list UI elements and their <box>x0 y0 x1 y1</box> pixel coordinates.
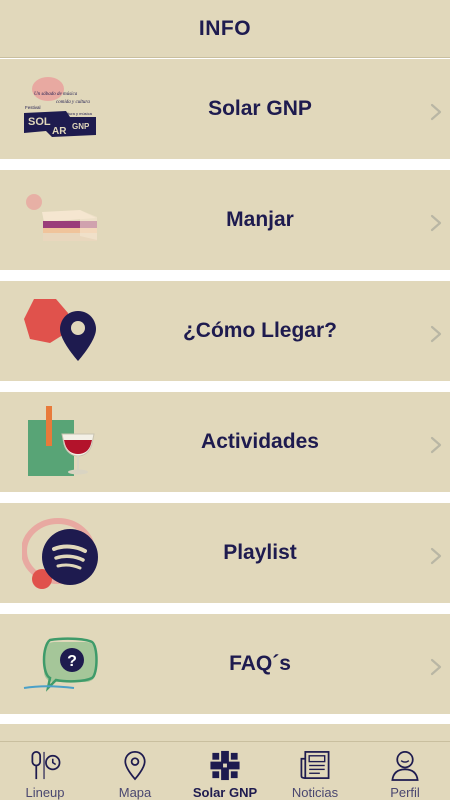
tab-mapa[interactable]: Mapa <box>90 742 180 800</box>
list-item-label: Actividades <box>201 430 319 453</box>
profile-icon <box>391 751 419 781</box>
tab-perfil[interactable]: Perfil <box>360 742 450 800</box>
list-item-label: Solar GNP <box>208 97 312 120</box>
lineup-icon <box>31 751 61 780</box>
logo-word2-text: AR <box>52 126 67 137</box>
tab-label: Perfil <box>390 785 420 800</box>
list-item-label: Playlist <box>223 541 297 564</box>
list-item-partial[interactable] <box>0 724 450 741</box>
logo-badge1-text: Festival <box>25 105 41 110</box>
logo-word3-text: GNP <box>72 122 90 131</box>
logo-line2-text: comida y cultura <box>56 100 90 105</box>
list-item-faqs[interactable]: ? FAQ´s <box>0 614 450 714</box>
faq-glyph-text: ? <box>67 653 77 670</box>
wine-glass-icon <box>28 406 95 476</box>
tab-label: Noticias <box>291 785 339 800</box>
tab-noticias[interactable]: Noticias <box>270 742 360 800</box>
spotify-icon <box>22 518 98 589</box>
chevron-right-icon <box>430 658 442 676</box>
list-item-label: ¿Cómo Llegar? <box>182 319 337 342</box>
page-title: INFO <box>198 16 252 40</box>
logo-word1-text: SOL <box>28 116 51 128</box>
newspaper-icon <box>300 751 330 779</box>
solar-gnp-logo-icon: Un sábado de música comida y cultura Fes… <box>24 77 96 137</box>
list-item-label: FAQ´s <box>229 652 291 675</box>
map-pin-icon <box>24 299 96 361</box>
map-location-icon <box>124 751 146 781</box>
chevron-right-icon <box>430 325 442 343</box>
chevron-right-icon <box>430 103 442 121</box>
tab-label: Solar GNP <box>192 785 258 800</box>
list-item-label: Manjar <box>226 208 294 231</box>
logo-line1-text: Un sábado de música <box>34 92 78 97</box>
tab-lineup[interactable]: Lineup <box>0 742 90 800</box>
tab-label: Mapa <box>118 785 152 800</box>
tab-label: Lineup <box>25 785 65 800</box>
list-item-como-llegar[interactable]: ¿Cómo Llegar? <box>0 281 450 381</box>
list-item-solar-gnp[interactable]: Un sábado de música comida y cultura Fes… <box>0 59 450 159</box>
list-item-manjar[interactable]: Manjar <box>0 170 450 270</box>
chevron-right-icon <box>430 547 442 565</box>
list-item-actividades[interactable]: Actividades <box>0 392 450 492</box>
chevron-right-icon <box>430 214 442 232</box>
top-bar: INFO <box>0 0 450 58</box>
list-item-playlist[interactable]: Playlist <box>0 503 450 603</box>
question-bubble-icon: ? <box>23 637 98 692</box>
tab-solar-gnp[interactable]: Solar GNP <box>180 742 270 800</box>
sandwich-icon <box>26 194 97 241</box>
bottom-tab-bar: Lineup Mapa Solar GNP Noticias Perfil <box>0 741 450 800</box>
chevron-right-icon <box>430 436 442 454</box>
solar-logo-icon <box>210 750 240 781</box>
info-list[interactable]: Un sábado de música comida y cultura Fes… <box>0 59 450 741</box>
